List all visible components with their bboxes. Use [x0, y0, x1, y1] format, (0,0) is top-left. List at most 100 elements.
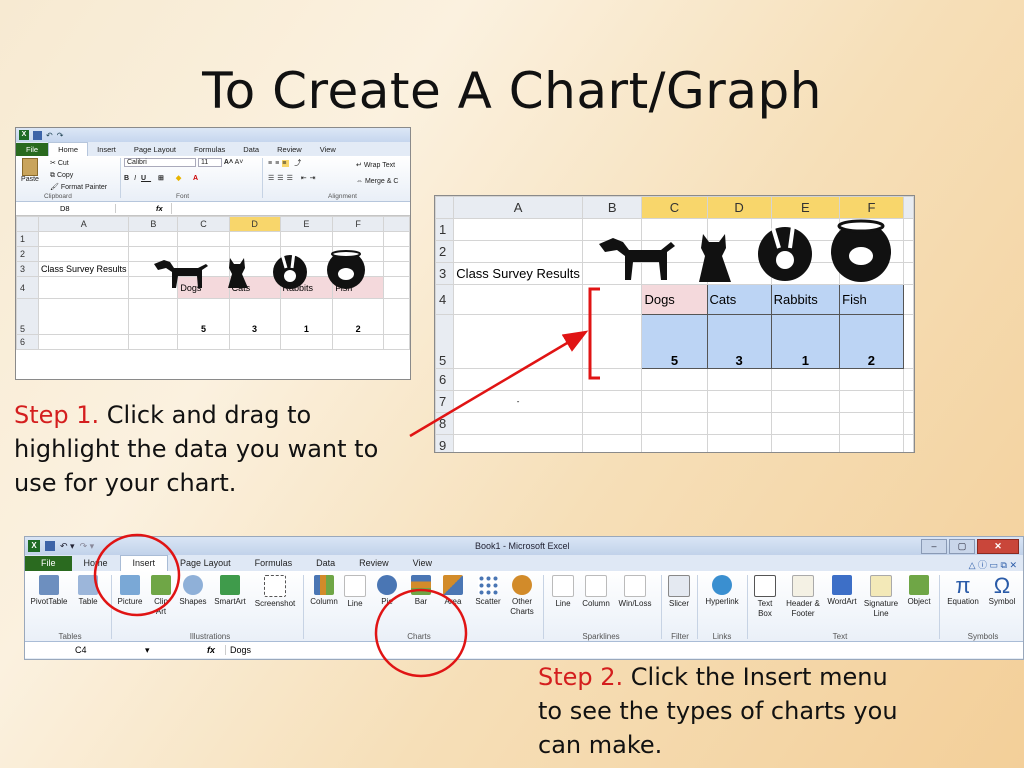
cell[interactable]: [177, 231, 230, 247]
header-footer-button[interactable]: Header & Footer: [783, 575, 823, 619]
cell-cats-value[interactable]: 3: [706, 314, 772, 369]
column-header-selected[interactable]: D: [228, 216, 281, 232]
cell-rabbits[interactable]: Rabbits: [770, 284, 841, 315]
minimize-button[interactable]: –: [921, 539, 947, 554]
align-center-icon[interactable]: ☰: [277, 175, 286, 182]
redo-icon[interactable]: ↷ ▾: [80, 541, 95, 552]
cell[interactable]: [453, 314, 583, 369]
merge-center-button[interactable]: ⇔ Merge & C: [356, 174, 398, 190]
tab-file[interactable]: File: [16, 143, 49, 156]
area-chart-button[interactable]: Area: [439, 575, 467, 607]
wrap-text-button[interactable]: ↵ Wrap Text: [356, 158, 398, 174]
row-header[interactable]: 1: [16, 231, 39, 247]
cell[interactable]: [581, 412, 643, 435]
cell[interactable]: [332, 334, 384, 350]
screenshot-button[interactable]: Screenshot: [251, 575, 299, 609]
select-all-corner[interactable]: [435, 196, 455, 219]
cell-fish-value[interactable]: 2: [332, 298, 384, 335]
cell[interactable]: [453, 434, 583, 452]
shrink-font-icon[interactable]: A˅: [235, 159, 244, 166]
cell[interactable]: [770, 390, 841, 413]
tab-insert[interactable]: Insert: [119, 555, 169, 571]
line-chart-button[interactable]: Line: [343, 575, 367, 609]
cell[interactable]: [279, 231, 334, 247]
cell[interactable]: [37, 298, 130, 335]
column-header[interactable]: E: [279, 216, 334, 232]
row-header[interactable]: 9: [435, 434, 455, 452]
cell-dogs[interactable]: Dogs: [641, 284, 708, 315]
tab-page-layout[interactable]: Page Layout: [168, 556, 243, 571]
formula-input[interactable]: [170, 203, 410, 214]
smartart-button[interactable]: SmartArt: [211, 575, 249, 607]
clip-art-button[interactable]: Clip Art: [149, 575, 173, 617]
row-header[interactable]: 8: [435, 412, 455, 435]
row-header[interactable]: 3: [435, 262, 455, 285]
row-header[interactable]: 3: [16, 261, 39, 277]
name-box[interactable]: D8: [16, 204, 116, 213]
cell[interactable]: [177, 334, 230, 350]
table-button[interactable]: Table: [73, 575, 103, 607]
tab-data[interactable]: Data: [304, 556, 347, 571]
cell[interactable]: [581, 284, 643, 315]
row-header[interactable]: 4: [435, 284, 455, 315]
cell[interactable]: [581, 390, 643, 413]
name-box[interactable]: C4: [25, 645, 145, 655]
fx-icon[interactable]: fx: [165, 645, 225, 655]
hyperlink-button[interactable]: Hyperlink: [701, 575, 743, 607]
tab-view[interactable]: View: [401, 556, 444, 571]
tab-formulas[interactable]: Formulas: [185, 143, 234, 156]
row-header[interactable]: 5: [435, 314, 455, 369]
fx-icon[interactable]: fx: [116, 204, 171, 213]
cut-button[interactable]: ✂ Cut: [50, 158, 107, 170]
underline-icon[interactable]: U: [141, 175, 151, 182]
cell-dogs-value[interactable]: 5: [177, 298, 230, 335]
other-charts-button[interactable]: Other Charts: [507, 575, 537, 617]
cell-rabbits-value[interactable]: 1: [770, 314, 841, 369]
tab-page-layout[interactable]: Page Layout: [125, 143, 185, 156]
tab-home[interactable]: Home: [72, 556, 120, 571]
cell[interactable]: [128, 231, 179, 247]
tab-home[interactable]: Home: [48, 142, 89, 156]
cell[interactable]: [839, 412, 904, 435]
font-name-select[interactable]: Calibri: [124, 158, 196, 167]
cell[interactable]: [37, 276, 130, 299]
column-header[interactable]: A: [453, 196, 583, 219]
cell[interactable]: [228, 334, 281, 350]
sparkline-winloss-button[interactable]: Win/Loss: [615, 575, 655, 609]
cell[interactable]: [641, 412, 708, 435]
cell[interactable]: [641, 390, 708, 413]
column-header[interactable]: B: [128, 216, 179, 232]
cell-a3[interactable]: Class Survey Results: [453, 262, 583, 285]
tab-data[interactable]: Data: [234, 143, 268, 156]
text-box-button[interactable]: Text Box: [751, 575, 779, 619]
cell[interactable]: [839, 390, 904, 413]
restore-button[interactable]: ▢: [949, 539, 975, 554]
cell-rabbits-value[interactable]: 1: [279, 298, 334, 335]
tab-insert[interactable]: Insert: [88, 143, 125, 156]
row-header[interactable]: 4: [16, 276, 39, 299]
cell[interactable]: [128, 334, 179, 350]
indent-icon[interactable]: ⇤⇥: [301, 175, 319, 182]
paste-button[interactable]: Paste: [20, 158, 40, 183]
cell[interactable]: [453, 240, 583, 263]
cell[interactable]: [581, 314, 643, 369]
bar-chart-button[interactable]: Bar: [409, 575, 433, 607]
picture-button[interactable]: Picture: [115, 575, 145, 607]
border-icon[interactable]: ⊞: [158, 175, 169, 182]
font-color-icon[interactable]: A: [193, 175, 203, 182]
wordart-button[interactable]: WordArt: [825, 575, 859, 607]
cell[interactable]: [770, 434, 841, 452]
cell[interactable]: [37, 246, 130, 262]
save-icon[interactable]: [33, 130, 42, 140]
redo-icon[interactable]: ↷: [57, 131, 64, 140]
pivottable-button[interactable]: PivotTable: [29, 575, 69, 607]
cell-a3[interactable]: Class Survey Results: [37, 261, 130, 277]
align-left-icon[interactable]: ☰: [268, 175, 277, 182]
cell[interactable]: [453, 368, 583, 391]
italic-icon[interactable]: I: [134, 175, 141, 182]
slicer-button[interactable]: Slicer: [665, 575, 693, 609]
row-header[interactable]: 2: [435, 240, 455, 263]
cell[interactable]: [581, 368, 643, 391]
select-all-corner[interactable]: [16, 216, 39, 232]
column-header[interactable]: C: [177, 216, 230, 232]
